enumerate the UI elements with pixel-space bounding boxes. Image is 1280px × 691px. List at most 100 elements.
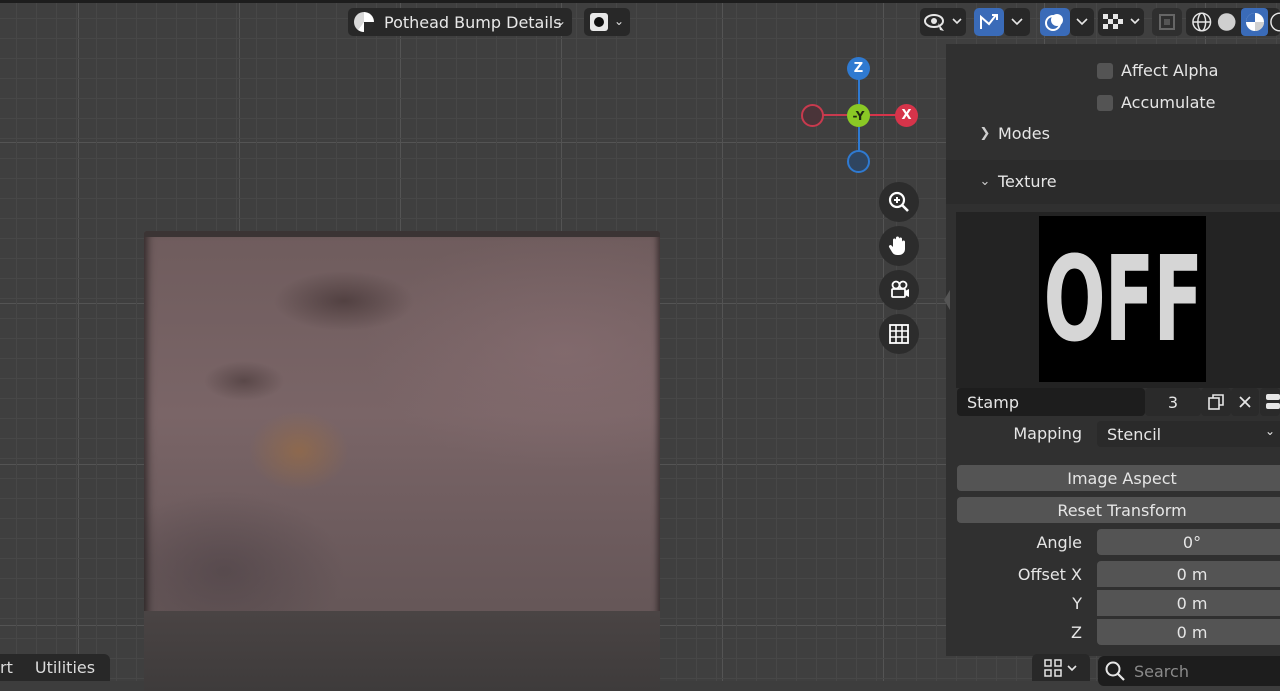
angle-value: 0° — [1182, 532, 1202, 552]
affect-alpha-checkbox-row[interactable]: Affect Alpha — [1097, 61, 1218, 80]
chevron-down-icon: ⌄ — [613, 14, 624, 28]
preview-text: OFF — [1043, 230, 1203, 368]
offset-y-label: Y — [1072, 594, 1082, 613]
offset-z-value: 0 m — [1176, 622, 1208, 642]
panel-collapse-handle[interactable] — [944, 290, 950, 310]
grid-icon — [889, 324, 909, 344]
gizmo-arrow-icon — [980, 14, 998, 29]
offset-z-label: Z — [1071, 623, 1082, 642]
z-axis-ball[interactable]: Z — [847, 57, 870, 80]
texture-name: Stamp — [967, 392, 1019, 412]
chevron-down-icon — [1076, 18, 1088, 26]
grid-squares-icon — [1044, 658, 1077, 677]
texture-users-count[interactable]: 3 — [1145, 388, 1201, 416]
ortho-toggle-button[interactable] — [879, 314, 919, 354]
unlink-texture-button[interactable] — [1231, 388, 1259, 416]
hand-icon — [888, 236, 905, 255]
affect-alpha-checkbox[interactable] — [1097, 62, 1113, 79]
shield-toggle-icon — [1266, 394, 1280, 409]
gizmo-toggle-button[interactable] — [974, 8, 1004, 36]
mapping-label: Mapping — [1013, 424, 1082, 443]
material-sphere-icon — [354, 12, 374, 32]
zoom-icon — [888, 191, 909, 212]
angle-field[interactable]: 0° — [1097, 529, 1280, 555]
accumulate-checkbox[interactable] — [1097, 94, 1113, 111]
mapping-dropdown[interactable]: Stencil ⌄ — [1097, 421, 1280, 447]
neg-x-axis-ball[interactable] — [801, 104, 824, 127]
chevron-down-icon — [1011, 18, 1023, 26]
accumulate-checkbox-row[interactable]: Accumulate — [1097, 93, 1216, 112]
visibility-dropdown[interactable] — [920, 8, 966, 36]
workspace-tab-utilities[interactable]: Utilities — [35, 658, 95, 677]
material-preview-shading-button[interactable] — [1240, 8, 1269, 36]
overlay-dropdown[interactable] — [1070, 8, 1094, 36]
rendered-shading-icon[interactable] — [1268, 10, 1280, 34]
offset-y-value: 0 m — [1176, 593, 1208, 613]
texture-label: Texture — [998, 172, 1057, 191]
users-count-value: 3 — [1167, 392, 1179, 412]
duplicate-icon — [1208, 394, 1224, 410]
image-aspect-label: Image Aspect — [1067, 468, 1177, 488]
modes-panel-header[interactable]: ❯ Modes — [976, 124, 1050, 143]
circle-in-square-icon — [590, 13, 608, 31]
editor-type-dropdown[interactable] — [1032, 654, 1090, 681]
textured-object[interactable] — [144, 231, 660, 691]
offset-x-field[interactable]: 0 m — [1097, 561, 1280, 587]
close-icon — [1239, 396, 1251, 408]
offset-x-label: Offset X — [1017, 565, 1082, 584]
wireframe-shading-icon[interactable] — [1190, 10, 1213, 34]
material-preview-icon — [1245, 13, 1264, 31]
mapping-value: Stencil — [1107, 424, 1162, 444]
neg-y-axis-ball[interactable]: -Y — [847, 104, 870, 127]
angle-label: Angle — [1036, 533, 1082, 552]
reset-transform-button[interactable]: Reset Transform — [957, 497, 1280, 523]
search-placeholder: Search — [1134, 661, 1189, 681]
offset-z-field[interactable]: 0 m — [1097, 619, 1280, 645]
camera-icon — [891, 280, 909, 298]
search-icon — [1105, 661, 1125, 681]
neg-z-axis-ball[interactable] — [847, 150, 870, 173]
overlay-toggle-button[interactable] — [1040, 8, 1070, 36]
zoom-button[interactable] — [879, 182, 919, 222]
chevron-down-icon: ⌄ — [555, 14, 566, 28]
object-top-edge — [144, 231, 660, 237]
chevron-down-icon: ⌄ — [1264, 424, 1275, 438]
texture-preview-image[interactable]: OFF — [1039, 216, 1206, 382]
fake-user-button[interactable] — [1260, 388, 1280, 416]
modes-label: Modes — [998, 124, 1050, 143]
material-name: Pothead Bump Details — [384, 12, 562, 32]
mesh-edit-overlay-dropdown[interactable] — [1098, 8, 1144, 36]
header-top-edge — [0, 0, 1280, 3]
xray-toggle-button[interactable] — [1152, 8, 1182, 36]
camera-view-button[interactable] — [879, 270, 919, 310]
eye-select-icon — [924, 14, 962, 31]
brush-shading-selector[interactable]: ⌄ — [584, 8, 630, 36]
texture-name-field[interactable]: Stamp — [957, 388, 1145, 416]
checker-icon — [1103, 14, 1140, 29]
shading-mode-group[interactable] — [1186, 8, 1280, 36]
chevron-down-icon: ⌄ — [979, 174, 991, 189]
image-aspect-button[interactable]: Image Aspect — [957, 465, 1280, 491]
z-axis-label: Z — [853, 61, 864, 76]
workspace-tabs: rt Utilities — [0, 654, 110, 681]
offset-x-value: 0 m — [1176, 564, 1208, 584]
duplicate-texture-button[interactable] — [1201, 388, 1231, 416]
texture-panel-header[interactable]: ⌄ Texture — [976, 172, 1057, 191]
neg-y-axis-label: -Y — [852, 108, 865, 123]
x-axis-label: X — [901, 108, 912, 123]
material-selector[interactable]: Pothead Bump Details ⌄ — [348, 8, 572, 36]
x-axis-ball[interactable]: X — [895, 104, 918, 127]
object-dark-band — [144, 611, 660, 691]
xray-icon — [1159, 14, 1175, 30]
workspace-tab-partial[interactable]: rt — [0, 658, 13, 677]
offset-y-field[interactable]: 0 m — [1097, 590, 1280, 616]
chevron-right-icon: ❯ — [979, 126, 991, 141]
gizmo-dropdown[interactable] — [1004, 8, 1030, 36]
pan-button[interactable] — [879, 226, 919, 266]
accumulate-label: Accumulate — [1121, 93, 1216, 112]
solid-shading-icon[interactable] — [1213, 10, 1240, 34]
affect-alpha-label: Affect Alpha — [1121, 61, 1219, 80]
reset-transform-label: Reset Transform — [1057, 500, 1187, 520]
overlay-circles-icon — [1045, 14, 1063, 31]
search-field[interactable]: Search — [1098, 656, 1280, 686]
